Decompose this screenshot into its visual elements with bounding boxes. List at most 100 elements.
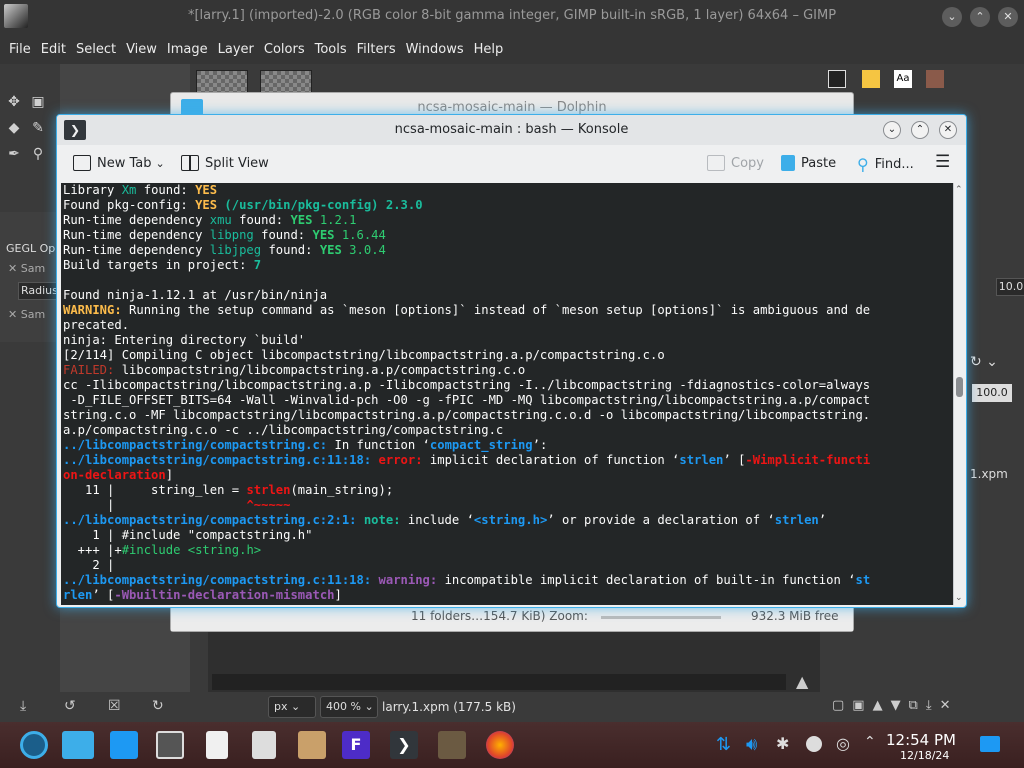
maximize-button[interactable]: ⌃	[911, 121, 929, 139]
unit-select[interactable]: px ⌄	[268, 696, 316, 718]
archive-icon[interactable]	[252, 731, 276, 759]
gimp-window-title: *[larry.1] (imported)-2.0 (RGB color 8-b…	[187, 8, 837, 23]
opacity-field[interactable]: 100.0	[972, 384, 1012, 402]
show-desktop-icon[interactable]	[980, 736, 1000, 752]
chevron-up-icon[interactable]: ⌃	[864, 734, 876, 750]
paintbrush-icon[interactable]: ✎	[28, 118, 48, 138]
maximize-button[interactable]: ⌃	[970, 7, 990, 27]
terminal-output[interactable]: Library Xm found: YES Found pkg-config: Y…	[61, 183, 954, 605]
layer-actions-icons[interactable]: ▢▣▲▼⧉⤓✕	[832, 698, 958, 713]
discover-icon[interactable]	[110, 731, 138, 759]
close-button[interactable]: ✕	[939, 121, 957, 139]
menu-layer[interactable]: Layer	[213, 42, 259, 57]
network-icon[interactable]: ◎	[836, 734, 850, 753]
zoom-select[interactable]: 400 % ⌄	[320, 696, 378, 718]
konsole-task-icon[interactable]: ❯	[390, 731, 418, 759]
terminal-text: found:	[231, 213, 291, 227]
firefox-icon[interactable]	[486, 731, 514, 759]
terminal-text: YES	[290, 213, 313, 227]
terminal-line: precated.	[63, 318, 954, 333]
export-icon[interactable]: ⤓	[20, 698, 26, 714]
terminal-line: Found pkg-config: YES (/usr/bin/pkg-conf…	[63, 198, 954, 213]
terminal-line: ../libcompactstring/compactstring.c: In …	[63, 438, 954, 453]
zoom-tool-icon[interactable]: ⚲	[28, 144, 48, 164]
package-icon[interactable]	[298, 731, 326, 759]
menu-colors[interactable]: Colors	[259, 42, 310, 57]
menu-file[interactable]: File	[4, 42, 36, 57]
find-button[interactable]: ⚲ Find...	[857, 155, 914, 174]
menu-select[interactable]: Select	[71, 42, 121, 57]
split-view-icon	[181, 155, 199, 171]
close-button[interactable]: ✕	[998, 7, 1018, 27]
minimize-button[interactable]: ⌄	[883, 121, 901, 139]
terminal-text: Found pkg-config:	[63, 198, 196, 212]
konsole-window[interactable]: ❯ ncsa-mosaic-main : bash — Konsole ⌄ ⌃ …	[56, 114, 967, 608]
menu-tools[interactable]: Tools	[310, 42, 352, 57]
split-view-button[interactable]: Split View	[181, 155, 269, 171]
radius-field[interactable]: Radius	[18, 282, 58, 300]
navigate-icon[interactable]: ▲	[796, 672, 808, 691]
reset-icon[interactable]: ↻	[152, 698, 164, 714]
paste-button[interactable]: Paste	[781, 155, 836, 171]
menu-edit[interactable]: Edit	[36, 42, 71, 57]
volume-icon[interactable]: 🔊︎	[746, 734, 757, 755]
image-list-item[interactable]: 1.xpm	[970, 467, 1008, 481]
terminal-text: strlen	[774, 513, 819, 527]
terminal-text: a.p/compactstring.c.o -c ../libcompactst…	[63, 423, 504, 437]
gimp-task-icon[interactable]	[156, 731, 184, 759]
pattern-icon[interactable]	[862, 70, 880, 88]
menu-filters[interactable]: Filters	[352, 42, 401, 57]
fg-color-icon[interactable]	[828, 70, 846, 88]
terminal-line: -D_FILE_OFFSET_BITS=64 -Wall -Winvalid-p…	[63, 393, 954, 408]
scrollbar-thumb[interactable]	[956, 377, 963, 397]
terminal-line: +++ |+#include <string.h>	[63, 543, 954, 558]
minimize-button[interactable]: ⌄	[942, 7, 962, 27]
clock-date[interactable]: 12/18/24	[900, 749, 949, 762]
gimp-wilber-icon[interactable]	[438, 731, 466, 759]
terminal-line: WARNING: Running the setup command as `m…	[63, 303, 954, 318]
horizontal-scrollbar[interactable]	[212, 674, 786, 690]
tray-activity-icon[interactable]: ⇅	[716, 734, 731, 755]
document-icon[interactable]	[206, 731, 228, 759]
font-icon[interactable]: Aa	[894, 70, 912, 88]
file-manager-icon[interactable]	[62, 731, 94, 759]
dock-item[interactable]: ✕ Sam	[8, 262, 45, 275]
menu-help[interactable]: Help	[469, 42, 509, 57]
scroll-up-icon[interactable]: ⌃	[955, 185, 963, 195]
konsole-titlebar[interactable]: ❯ ncsa-mosaic-main : bash — Konsole ⌄ ⌃ …	[57, 115, 966, 145]
color-picker-icon[interactable]: ✒	[4, 144, 24, 164]
zoom-slider[interactable]	[601, 616, 721, 619]
menu-view[interactable]: View	[121, 42, 162, 57]
bucket-fill-icon[interactable]: ◆	[4, 118, 24, 138]
menu-windows[interactable]: Windows	[401, 42, 469, 57]
reset-icon[interactable]: ↻ ⌄	[970, 354, 998, 370]
value-field[interactable]: 10.0	[996, 278, 1024, 296]
hamburger-menu-icon[interactable]: ☰	[935, 152, 950, 172]
taskbar: F ❯ ⇅ 🔊︎ ✱ ◎ ⌃ 12:54 PM 12/18/24	[0, 722, 1024, 768]
terminal-line: string.c.o -MF libcompactstring/libcompa…	[63, 408, 954, 423]
terminal-scrollbar[interactable]: ⌃ ⌄	[953, 183, 965, 605]
clear-icon[interactable]: ☒	[108, 698, 121, 714]
clock-time[interactable]: 12:54 PM	[886, 731, 956, 749]
new-tab-button[interactable]: New Tab ⌄	[73, 155, 165, 171]
move-tool-icon[interactable]: ✥	[4, 92, 24, 112]
gimp-image-tabs	[190, 64, 830, 94]
fsearch-icon[interactable]: F	[342, 731, 370, 759]
image-tab-thumbnail[interactable]	[196, 70, 248, 94]
terminal-text: 1 | #include "compactstring.h"	[63, 528, 313, 542]
undo-icon[interactable]: ↺	[64, 698, 76, 714]
brightness-icon[interactable]: ✱	[776, 734, 789, 753]
image-tab-thumbnail[interactable]	[260, 70, 312, 94]
gimp-titlebar[interactable]: *[larry.1] (imported)-2.0 (RGB color 8-b…	[0, 0, 1024, 34]
scroll-down-icon[interactable]: ⌄	[955, 593, 963, 603]
image-icon[interactable]	[926, 70, 944, 88]
terminal-text: ’	[818, 513, 827, 527]
dock-item[interactable]: ✕ Sam	[8, 308, 45, 321]
rect-select-icon[interactable]: ▣	[28, 92, 48, 112]
menu-image[interactable]: Image	[162, 42, 213, 57]
terminal-line: Run-time dependency xmu found: YES 1.2.1	[63, 213, 954, 228]
copy-button[interactable]: Copy	[707, 155, 764, 171]
app-launcher-icon[interactable]	[20, 731, 48, 759]
disk-icon[interactable]	[806, 736, 822, 752]
